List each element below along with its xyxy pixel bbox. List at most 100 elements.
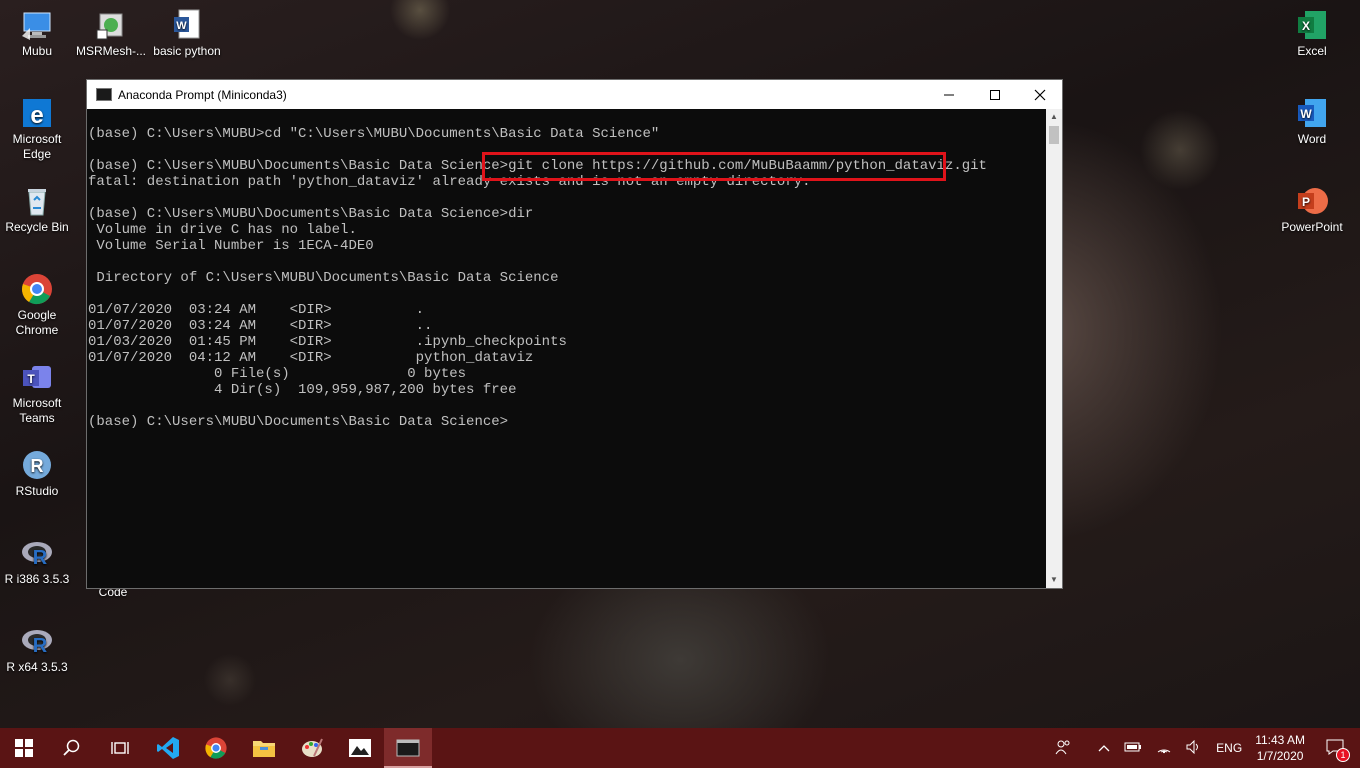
- powerpoint-icon: P: [1295, 184, 1329, 218]
- window-titlebar[interactable]: Anaconda Prompt (Miniconda3): [87, 80, 1062, 109]
- excel-icon: X: [1295, 8, 1329, 42]
- edge-icon: e: [20, 96, 54, 130]
- vertical-scrollbar[interactable]: ▲ ▼: [1046, 109, 1062, 588]
- svg-text:W: W: [1300, 107, 1312, 121]
- desktop-icon-teams[interactable]: T Microsoft Teams: [2, 360, 72, 426]
- task-view-button[interactable]: [96, 728, 144, 768]
- task-view-icon: [111, 742, 129, 754]
- close-icon: [1034, 89, 1046, 100]
- taskbar-vscode[interactable]: [144, 728, 192, 768]
- minimize-icon: [944, 94, 954, 95]
- desktop-icon-r-i386[interactable]: R R i386 3.5.3: [2, 536, 72, 587]
- console-line: Directory of C:\Users\MUBU\Documents\Bas…: [88, 270, 559, 286]
- r-icon: R: [20, 624, 54, 658]
- people-icon[interactable]: [1055, 739, 1071, 758]
- recycle-bin-icon: [20, 184, 54, 218]
- console-line: (base) C:\Users\MUBU\Documents\Basic Dat…: [88, 206, 534, 222]
- desktop-icon-label: Excel: [1297, 44, 1327, 58]
- desktop-icon-label: Microsoft Teams: [12, 396, 62, 425]
- installer-icon: [94, 8, 128, 42]
- taskbar-paint[interactable]: [288, 728, 336, 768]
- search-button[interactable]: [48, 728, 96, 768]
- computer-icon: [20, 8, 54, 42]
- folder-icon: [253, 741, 275, 757]
- scroll-down-icon[interactable]: ▼: [1046, 572, 1062, 588]
- svg-text:R: R: [31, 456, 44, 476]
- desktop-icon-label: Recycle Bin: [5, 220, 69, 234]
- svg-text:T: T: [27, 372, 35, 386]
- taskbar: ENG 11:43 AM 1/7/2020 1: [0, 728, 1360, 768]
- console-line: Volume Serial Number is 1ECA-4DE0: [88, 238, 374, 254]
- maximize-button[interactable]: [972, 80, 1018, 109]
- taskbar-photos[interactable]: [336, 728, 384, 768]
- desktop-icon-label: R i386 3.5.3: [4, 572, 70, 586]
- start-button[interactable]: [0, 728, 48, 768]
- battery-icon[interactable]: [1124, 741, 1142, 756]
- desktop-icon-powerpoint[interactable]: P PowerPoint: [1277, 184, 1347, 235]
- desktop-icon-recycle-bin[interactable]: Recycle Bin: [2, 184, 72, 235]
- console-line: Volume in drive C has no label.: [88, 222, 357, 238]
- rstudio-icon: R: [20, 448, 54, 482]
- console-line: (base) C:\Users\MUBU>cd "C:\Users\MUBU\D…: [88, 126, 660, 142]
- console-line: (base) C:\Users\MUBU\Documents\Basic Dat…: [88, 414, 509, 430]
- paint-icon: [302, 738, 323, 757]
- svg-text:W: W: [176, 20, 187, 32]
- desktop-icon-msrmesh[interactable]: MSRMesh-...: [76, 8, 146, 59]
- maximize-icon: [990, 89, 1000, 100]
- desktop-icon-edge[interactable]: e Microsoft Edge: [2, 96, 72, 162]
- desktop-icon-label: Word: [1297, 132, 1327, 146]
- svg-text:e: e: [30, 102, 43, 129]
- taskbar-file-explorer[interactable]: [240, 728, 288, 768]
- console-line: 01/07/2020 03:24 AM <DIR> .: [88, 302, 425, 318]
- photos-icon: [349, 739, 371, 757]
- wifi-icon[interactable]: [1156, 740, 1172, 757]
- word-document-icon: W: [170, 8, 204, 42]
- chrome-icon: [205, 737, 227, 759]
- taskbar-chrome[interactable]: [192, 728, 240, 768]
- console-line: 01/07/2020 03:24 AM <DIR> ..: [88, 318, 433, 334]
- desktop-icon-r-x64[interactable]: R R x64 3.5.3: [2, 624, 72, 675]
- chevron-up-icon[interactable]: [1098, 741, 1110, 755]
- svg-text:R: R: [33, 635, 48, 657]
- desktop-icon-chrome[interactable]: Google Chrome: [2, 272, 72, 338]
- volume-icon[interactable]: [1186, 739, 1202, 757]
- notification-badge: 1: [1336, 747, 1350, 762]
- minimize-button[interactable]: [926, 80, 972, 109]
- desktop-icon-label: Mubu: [21, 44, 53, 58]
- console-line: 01/03/2020 01:45 PM <DIR> .ipynb_checkpo…: [88, 334, 567, 350]
- scroll-up-icon[interactable]: ▲: [1046, 109, 1062, 125]
- scrollbar-thumb[interactable]: [1049, 126, 1059, 144]
- clock[interactable]: 11:43 AM 1/7/2020: [1255, 732, 1305, 764]
- taskbar-anaconda-prompt[interactable]: [384, 728, 432, 768]
- desktop-icon-excel[interactable]: X Excel: [1277, 8, 1347, 59]
- svg-text:R: R: [33, 547, 48, 569]
- notification-center-button[interactable]: 1: [1326, 739, 1350, 762]
- svg-text:X: X: [1302, 19, 1310, 33]
- search-icon: [63, 739, 80, 756]
- desktop-icon-word[interactable]: W Word: [1277, 96, 1347, 147]
- console-icon: [396, 739, 420, 757]
- desktop-icon-mubu[interactable]: Mubu: [2, 8, 72, 59]
- desktop-icon-label: RStudio: [15, 484, 59, 498]
- clock-date: 1/7/2020: [1256, 749, 1304, 763]
- console-line: 4 Dir(s) 109,959,987,200 bytes free: [88, 382, 517, 398]
- desktop-icon-label: basic python: [153, 44, 221, 58]
- console-line: 01/07/2020 04:12 AM <DIR> python_dataviz: [88, 350, 534, 366]
- r-icon: R: [20, 536, 54, 570]
- system-tray: ENG 11:43 AM 1/7/2020 1: [1048, 728, 1360, 768]
- desktop-icon-label: MSRMesh-...: [76, 44, 147, 58]
- language-indicator[interactable]: ENG: [1216, 741, 1242, 755]
- console-line: 0 File(s) 0 bytes: [88, 366, 467, 382]
- chrome-icon: [20, 272, 54, 306]
- desktop-icon-label: Microsoft Edge: [12, 132, 62, 161]
- desktop-icon-rstudio[interactable]: R RStudio: [2, 448, 72, 499]
- desktop-icon-label: PowerPoint: [1281, 220, 1343, 234]
- clock-time: 11:43 AM: [1255, 733, 1305, 747]
- close-button[interactable]: [1017, 80, 1063, 109]
- desktop-icon-label: Google Chrome: [15, 308, 59, 337]
- desktop-icon-basic-python[interactable]: W basic python: [152, 8, 222, 59]
